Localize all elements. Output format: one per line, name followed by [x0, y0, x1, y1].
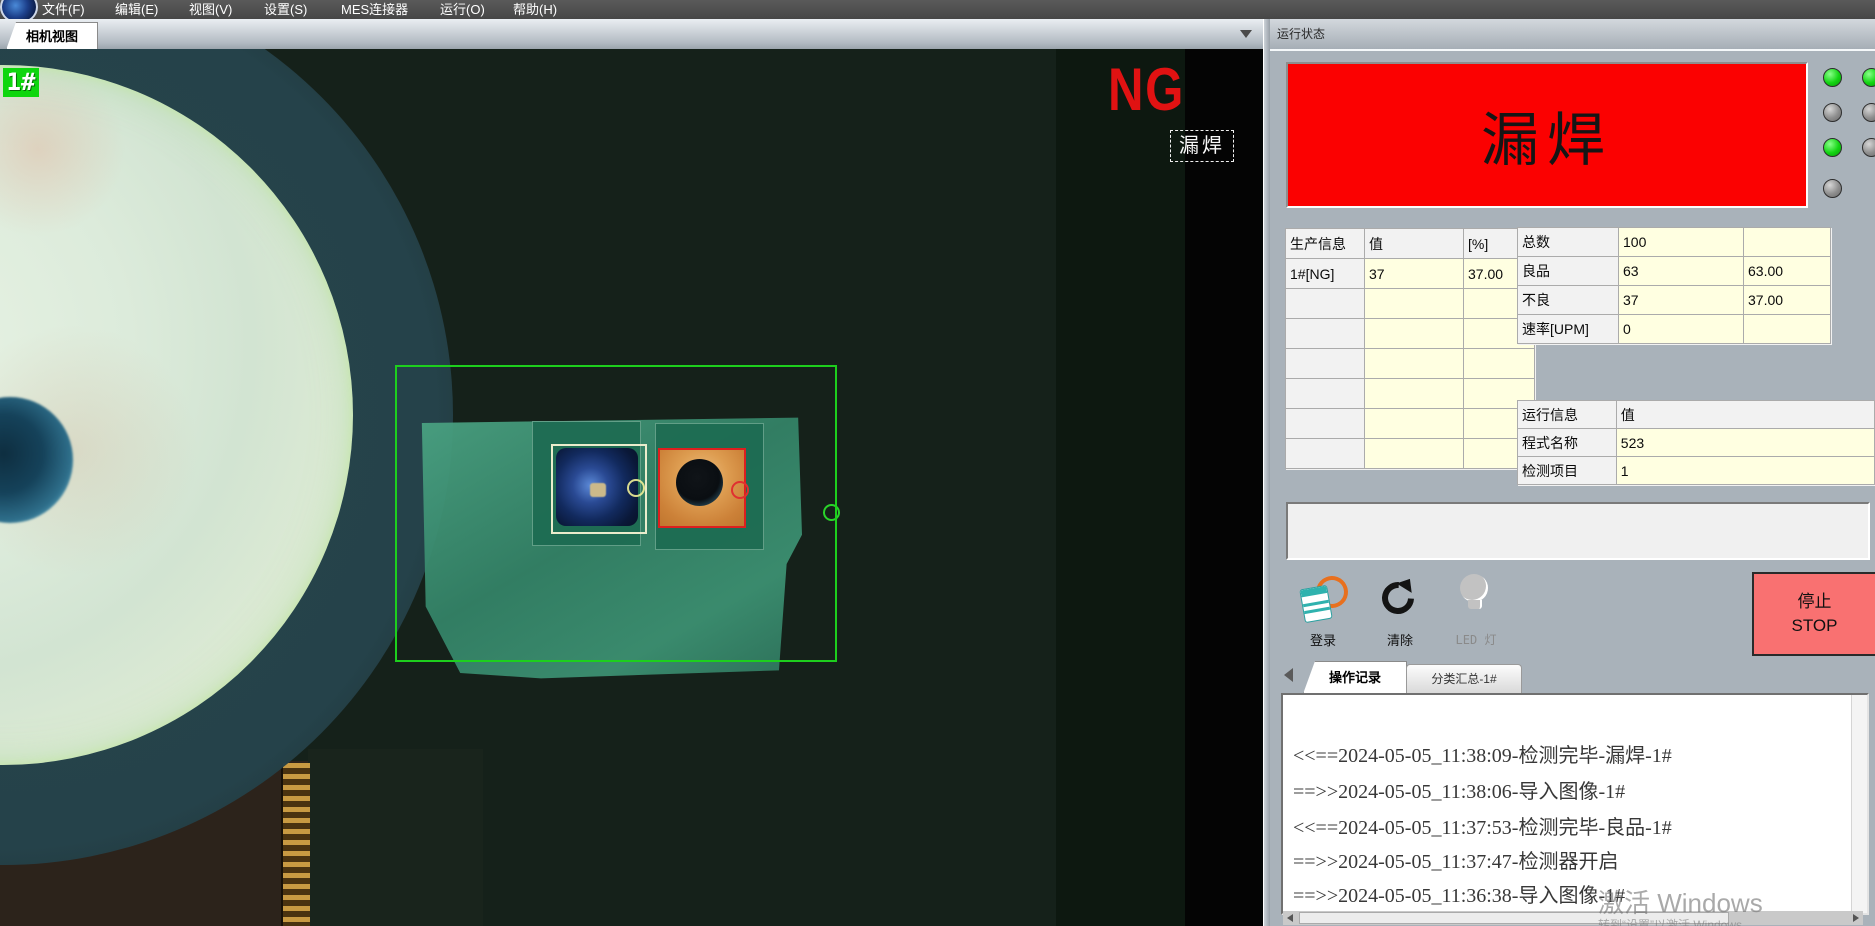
scroll-right-icon[interactable]	[1853, 914, 1859, 922]
table-row	[1286, 379, 1535, 409]
application-window: 文件(F) 编辑(E) 视图(V) 设置(S) MES连接器 运行(O) 帮助(…	[0, 0, 1875, 926]
camera-dark-column	[1056, 49, 1185, 926]
table-row: 总数 100	[1518, 228, 1831, 257]
table-row	[1286, 319, 1535, 349]
operation-log-list[interactable]: <<==2024-05-05_11:38:09-检测完毕-漏焊-1# ==>>2…	[1281, 693, 1869, 915]
indicator-light-1	[1823, 68, 1842, 87]
fixture-floor-green	[308, 749, 483, 926]
menu-bar: 文件(F) 编辑(E) 视图(V) 设置(S) MES连接器 运行(O) 帮助(…	[0, 0, 1875, 19]
roi-rectangle	[395, 365, 837, 662]
camera-id-badge: 1#	[3, 68, 39, 97]
table-row: 良品 63 63.00	[1518, 257, 1831, 286]
table-row	[1286, 439, 1535, 469]
tab-category-summary[interactable]: 分类汇总-1#	[1406, 664, 1522, 694]
windows-activation-watermark: 激活 Windows	[1598, 883, 1763, 920]
log-entry: <<==2024-05-05_11:38:09-检测完毕-漏焊-1#	[1293, 739, 1672, 768]
led-light-button[interactable]: LED 灯	[1448, 631, 1504, 648]
login-button[interactable]: 登录	[1296, 630, 1350, 649]
production-info-table: 生产信息 值 [%] 1#[NG] 37 37.00	[1285, 228, 1535, 469]
log-entry: ==>>2024-05-05_11:38:06-导入图像-1#	[1293, 775, 1625, 804]
menu-file[interactable]: 文件(F)	[42, 0, 85, 19]
col-header: 值	[1365, 229, 1464, 259]
camera-pane-tabbar: 相机视图	[0, 19, 1263, 51]
menu-help[interactable]: 帮助(H)	[513, 0, 557, 19]
message-box	[1286, 502, 1870, 560]
log-entry: ==>>2024-05-05_11:36:38-导入图像-1#	[1293, 879, 1625, 908]
menu-run[interactable]: 运行(O)	[440, 0, 485, 19]
table-row	[1286, 409, 1535, 439]
indicator-light-2	[1823, 103, 1842, 122]
alarm-display: 漏焊	[1286, 62, 1808, 208]
login-badge-icon[interactable]	[1300, 576, 1346, 622]
table-row: 不良 37 37.00	[1518, 286, 1831, 315]
indicator-light-5	[1862, 68, 1875, 87]
menu-settings[interactable]: 设置(S)	[264, 0, 307, 19]
table-row: 检测项目 1	[1518, 457, 1875, 485]
table-row	[1286, 349, 1535, 379]
cell-value: 37	[1365, 259, 1464, 289]
menu-view[interactable]: 视图(V)	[189, 0, 232, 19]
col-header: 生产信息	[1286, 229, 1365, 259]
tab-scroll-left-icon[interactable]	[1284, 668, 1293, 682]
table-row: 1#[NG] 37 37.00	[1286, 259, 1535, 289]
status-panel-title: 运行状态	[1277, 19, 1325, 49]
camera-black-strip	[1185, 49, 1263, 926]
log-entry: ==>>2024-05-05_11:37:47-检测器开启	[1293, 845, 1618, 874]
led-bulb-icon[interactable]	[1460, 574, 1488, 602]
stop-button-label-cn: 停止	[1798, 590, 1832, 614]
cell-label: 1#[NG]	[1286, 259, 1365, 289]
tab-camera-view[interactable]: 相机视图	[6, 22, 98, 50]
vertical-scrollbar[interactable]	[1851, 695, 1867, 913]
stop-button[interactable]: 停止 STOP	[1752, 572, 1875, 656]
alarm-text: 漏焊	[1481, 93, 1613, 177]
run-info-table: 运行信息 值 程式名称 523 检测项目 1	[1517, 400, 1875, 485]
table-row: 速率[UPM] 0	[1518, 315, 1831, 344]
table-header-row: 运行信息 值	[1518, 401, 1875, 429]
table-header-row: 生产信息 值 [%]	[1286, 229, 1535, 259]
defect-tag-label: 漏焊	[1170, 130, 1234, 162]
connector-strip	[281, 763, 310, 926]
tab-operation-log[interactable]: 操作记录	[1303, 661, 1407, 694]
table-row	[1286, 289, 1535, 319]
menu-edit[interactable]: 编辑(E)	[115, 0, 158, 19]
chevron-down-icon[interactable]	[1240, 30, 1252, 38]
led-bulb-base	[1468, 600, 1482, 609]
indicator-light-3	[1823, 138, 1842, 157]
menu-mes-connector[interactable]: MES连接器	[341, 0, 408, 19]
clear-button[interactable]: 清除	[1378, 630, 1422, 649]
indicator-light-4	[1823, 179, 1842, 198]
status-panel-header: 运行状态	[1270, 19, 1875, 51]
horizontal-scrollbar[interactable]	[1283, 911, 1863, 925]
scroll-left-icon[interactable]	[1287, 914, 1293, 922]
indicator-light-6	[1862, 103, 1875, 122]
table-row: 程式名称 523	[1518, 429, 1875, 457]
stop-button-label-en: STOP	[1792, 614, 1838, 638]
indicator-light-7	[1862, 138, 1875, 157]
yield-stats-table: 总数 100 良品 63 63.00 不良 37 37.00 速率[UPM] 0	[1517, 227, 1831, 344]
windows-activation-watermark-line2: 转到“设置”以激活 Windows。	[1598, 916, 1754, 926]
result-ng-text: NG	[1108, 55, 1185, 124]
log-entry: <<==2024-05-05_11:37:53-检测完毕-良品-1#	[1293, 811, 1672, 840]
camera-image-view[interactable]: NG 漏焊 1#	[0, 49, 1263, 926]
